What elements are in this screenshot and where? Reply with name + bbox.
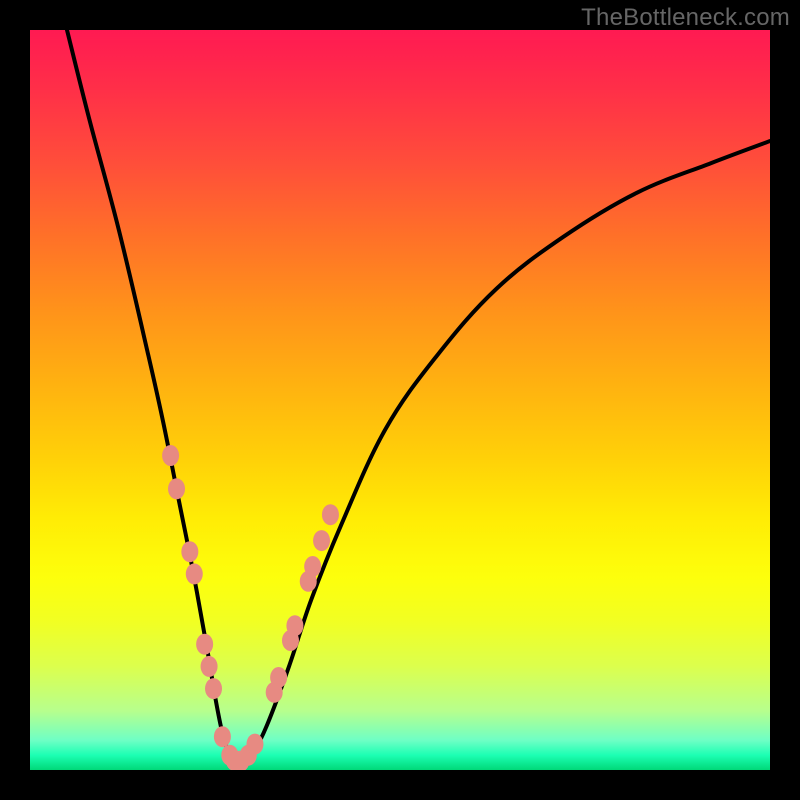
bottleneck-curve-path	[67, 30, 770, 764]
highlight-dot	[304, 556, 321, 577]
highlight-dot	[205, 678, 222, 699]
highlight-dot	[313, 530, 330, 551]
highlight-dot	[162, 445, 179, 466]
highlight-dot	[270, 667, 287, 688]
highlight-dot	[196, 634, 213, 655]
bottleneck-curve	[67, 30, 770, 764]
curve-layer	[30, 30, 770, 770]
highlight-dot	[322, 504, 339, 525]
highlight-dot	[286, 615, 303, 636]
highlight-dot	[214, 726, 231, 747]
plot-area	[30, 30, 770, 770]
highlight-dot	[181, 541, 198, 562]
highlight-dot	[246, 734, 263, 755]
highlight-dots	[162, 445, 339, 770]
chart-frame: TheBottleneck.com	[0, 0, 800, 800]
highlight-dot	[186, 563, 203, 584]
highlight-dot	[168, 478, 185, 499]
highlight-dot	[201, 656, 218, 677]
watermark-text: TheBottleneck.com	[581, 4, 790, 32]
